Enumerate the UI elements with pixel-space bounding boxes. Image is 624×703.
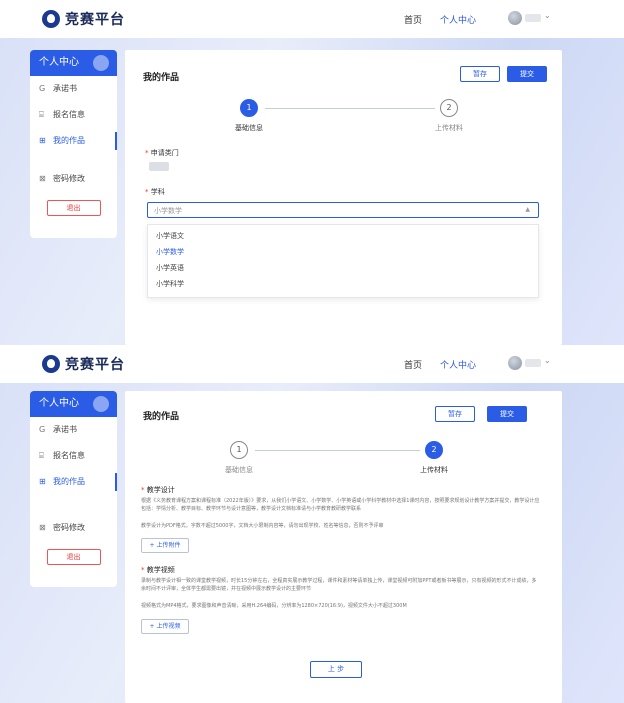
teaching-design-format-note: 教学设计为PDF格式，字数不超过5000字，文档大小限制内容等，请勿出现学校、姓… [141,523,384,529]
screen-step-basic-info: 竞赛平台 首页 个人中心 ⌄ 个人中心 G 承诺书 ⌸ 报名信息 ⊞ 我的作品 [0,0,624,345]
logout-button[interactable]: 退出 [46,200,101,216]
step-1-label: 基础信息 [225,466,253,474]
sidebar-item-label: 报名信息 [53,110,85,119]
upload-attachment-button[interactable]: + 上传附件 [141,538,189,553]
username-placeholder[interactable] [525,14,541,22]
document-icon: G [39,425,46,434]
step-2-label: 上传材料 [420,466,448,474]
top-navbar: 竞赛平台 首页 个人中心 ⌄ [0,345,624,383]
sidebar-header: 个人中心 [30,391,117,417]
document-icon: G [39,84,46,93]
step-1-indicator: 1 [230,441,248,459]
page-background: 个人中心 G 承诺书 ⌸ 报名信息 ⊞ 我的作品 ⊠ 密码修改 退出 我的作品 … [0,383,624,703]
subject-label: * 学科 [145,188,165,196]
sidebar: 个人中心 G 承诺书 ⌸ 报名信息 ⊞ 我的作品 ⊠ 密码修改 退出 [30,391,117,587]
logo-text: 竞赛平台 [65,12,125,28]
works-icon: ⊞ [39,136,46,145]
applicant-type-value [149,162,169,171]
sidebar-title: 个人中心 [39,57,79,68]
step-connector [255,450,420,451]
logout-button[interactable]: 退出 [46,549,101,565]
step-connector [265,108,435,109]
previous-step-button[interactable]: 上 步 [310,661,362,678]
sidebar-item-label: 报名信息 [53,451,85,460]
sidebar-item-label: 密码修改 [53,174,85,183]
sidebar-item-label: 承诺书 [53,84,77,93]
sidebar-item-label: 我的作品 [53,477,85,486]
sidebar-item-my-works[interactable]: ⊞ 我的作品 [30,128,117,154]
sidebar-item-registration[interactable]: ⌸ 报名信息 [30,443,117,469]
step-2-indicator: 2 [425,441,443,459]
site-logo[interactable]: 竞赛平台 [42,9,125,29]
dropdown-option-selected[interactable]: 小学数学 [148,244,538,260]
sidebar-item-commitment[interactable]: G 承诺书 [30,76,117,102]
submit-button[interactable]: 提交 [487,406,527,422]
save-draft-button[interactable]: 暂存 [460,66,500,82]
chevron-down-icon[interactable]: ⌄ [544,11,551,20]
step-2-indicator: 2 [440,99,458,117]
teaching-video-description: 录制与教学设计相一致的课堂教学视频，时长15分钟左右，全程真实展示教学过程，课件… [141,578,537,592]
nav-personal-center-link[interactable]: 个人中心 [440,358,476,371]
chevron-down-icon[interactable]: ⌄ [544,356,551,365]
user-avatar[interactable] [508,11,522,25]
nav-personal-center-link[interactable]: 个人中心 [440,13,476,26]
nav-home-link[interactable]: 首页 [404,358,422,371]
sidebar-item-commitment[interactable]: G 承诺书 [30,417,117,443]
upload-video-button[interactable]: + 上传视频 [141,619,189,634]
main-panel: 我的作品 暂存 提交 1 2 基础信息 上传材料 * 申请类门 * 学科 小学数… [125,50,562,345]
form-icon: ⌸ [39,451,44,460]
screen-step-upload: 竞赛平台 首页 个人中心 ⌄ 个人中心 G 承诺书 ⌸ 报名信息 ⊞ 我的作品 [0,345,624,703]
top-navbar: 竞赛平台 首页 个人中心 ⌄ [0,0,624,38]
step-1-label: 基础信息 [235,124,263,132]
dropdown-option[interactable]: 小学语文 [148,228,538,244]
subject-select[interactable]: 小学数学 ▲ [147,202,539,218]
sidebar-avatar-circle [93,55,109,71]
main-panel: 我的作品 暂存 提交 1 2 基础信息 上传材料 * 教学设计 根据《义务教育课… [125,391,562,703]
save-draft-button[interactable]: 暂存 [435,406,475,422]
teaching-design-description: 根据《义务教育课程方案和课程标准（2022年版）》要求，从我们小学语文、小学数学… [141,498,540,512]
dropdown-option[interactable]: 小学科学 [148,276,538,292]
user-avatar[interactable] [508,356,522,370]
sidebar-avatar-circle [93,396,109,412]
logo-icon [42,355,60,373]
sidebar-header: 个人中心 [30,50,117,76]
subject-select-value: 小学数学 [154,207,182,215]
page-title: 我的作品 [143,73,180,83]
sidebar-title: 个人中心 [39,398,79,409]
works-icon: ⊞ [39,477,46,486]
dropdown-option[interactable]: 小学英语 [148,260,538,276]
logo-icon [42,10,60,28]
form-icon: ⌸ [39,110,44,119]
teaching-design-title: * 教学设计 [141,486,175,494]
sidebar-item-label: 密码修改 [53,523,85,532]
page-background: 个人中心 G 承诺书 ⌸ 报名信息 ⊞ 我的作品 ⊠ 密码修改 退出 我的作品 … [0,38,624,345]
applicant-type-label: * 申请类门 [145,149,179,157]
page-title: 我的作品 [143,412,180,422]
submit-button[interactable]: 提交 [507,66,547,82]
sidebar-item-label: 承诺书 [53,425,77,434]
nav-home-link[interactable]: 首页 [404,13,422,26]
chevron-up-icon: ▲ [525,206,530,213]
edit-icon: ⊠ [39,523,46,532]
sidebar-item-my-works[interactable]: ⊞ 我的作品 [30,469,117,495]
username-placeholder[interactable] [525,359,541,367]
teaching-video-title: * 教学视频 [141,566,175,574]
sidebar-item-password[interactable]: ⊠ 密码修改 [30,515,117,541]
subject-dropdown: 小学语文 小学数学 小学英语 小学科学 [147,224,539,298]
teaching-video-format-note: 视频格式为MP4格式，要求图像和声音清晰，采用H.264编码，分辨率为1280×… [141,603,407,609]
edit-icon: ⊠ [39,174,46,183]
logo-text: 竞赛平台 [65,357,125,373]
sidebar-item-password[interactable]: ⊠ 密码修改 [30,166,117,192]
step-2-label: 上传材料 [435,124,463,132]
sidebar-item-registration[interactable]: ⌸ 报名信息 [30,102,117,128]
sidebar: 个人中心 G 承诺书 ⌸ 报名信息 ⊞ 我的作品 ⊠ 密码修改 退出 [30,50,117,238]
sidebar-item-label: 我的作品 [53,136,85,145]
site-logo[interactable]: 竞赛平台 [42,354,125,374]
step-1-indicator: 1 [240,99,258,117]
